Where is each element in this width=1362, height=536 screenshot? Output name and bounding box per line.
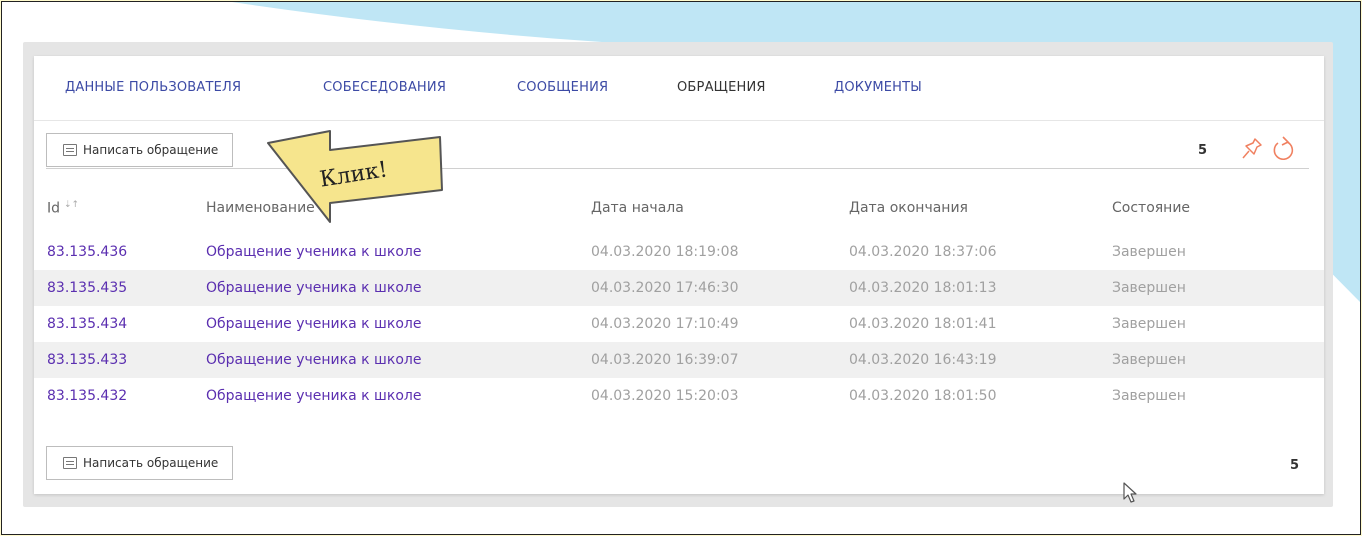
column-header-state[interactable]: Состояние	[1112, 200, 1190, 216]
tab-appeals[interactable]: ОБРАЩЕНИЯ	[677, 80, 766, 95]
row-state: Завершен	[1112, 244, 1186, 260]
column-header-start-date[interactable]: Дата начала	[591, 200, 684, 216]
pin-icon[interactable]	[1240, 136, 1264, 162]
row-end-date: 04.03.2020 16:43:19	[849, 352, 997, 368]
row-name[interactable]: Обращение ученика к школе	[206, 388, 421, 404]
toolbar-divider	[46, 168, 1309, 169]
row-id[interactable]: 83.135.436	[47, 244, 127, 260]
message-icon	[63, 144, 77, 156]
row-state: Завершен	[1112, 352, 1186, 368]
row-name[interactable]: Обращение ученика к школе	[206, 280, 421, 296]
row-state: Завершен	[1112, 388, 1186, 404]
tab-bar: ДАННЫЕ ПОЛЬЗОВАТЕЛЯ СОБЕСЕДОВАНИЯ СООБЩЕ…	[34, 56, 1324, 121]
row-id[interactable]: 83.135.432	[47, 388, 127, 404]
mouse-cursor-icon	[1123, 482, 1137, 503]
write-appeal-button-label: Написать обращение	[83, 456, 219, 470]
write-appeal-button-bottom[interactable]: Написать обращение	[46, 446, 234, 480]
row-name[interactable]: Обращение ученика к школе	[206, 244, 421, 260]
refresh-icon[interactable]	[1269, 134, 1297, 164]
record-count: 5	[1198, 143, 1208, 158]
sort-icon[interactable]: ⇣↑	[64, 200, 79, 210]
row-end-date: 04.03.2020 18:01:41	[849, 316, 997, 332]
row-start-date: 04.03.2020 16:39:07	[591, 352, 739, 368]
row-name[interactable]: Обращение ученика к школе	[206, 316, 421, 332]
table-row[interactable]: 83.135.434 Обращение ученика к школе 04.…	[34, 306, 1324, 342]
appeals-card: ДАННЫЕ ПОЛЬЗОВАТЕЛЯ СОБЕСЕДОВАНИЯ СООБЩЕ…	[34, 56, 1324, 494]
row-start-date: 04.03.2020 15:20:03	[591, 388, 739, 404]
row-name[interactable]: Обращение ученика к школе	[206, 352, 421, 368]
row-start-date: 04.03.2020 18:19:08	[591, 244, 739, 260]
tab-interviews[interactable]: СОБЕСЕДОВАНИЯ	[323, 80, 446, 95]
row-id[interactable]: 83.135.434	[47, 316, 127, 332]
table-header: Id ⇣↑ Наименование Дата начала Дата оконч…	[34, 200, 1324, 224]
row-id[interactable]: 83.135.435	[47, 280, 127, 296]
table-row[interactable]: 83.135.436 Обращение ученика к школе 04.…	[34, 234, 1324, 270]
tab-user-data[interactable]: ДАННЫЕ ПОЛЬЗОВАТЕЛЯ	[65, 80, 241, 95]
record-count-bottom: 5	[1290, 458, 1300, 473]
write-appeal-button[interactable]: Написать обращение	[46, 133, 234, 167]
row-end-date: 04.03.2020 18:01:50	[849, 388, 997, 404]
row-end-date: 04.03.2020 18:01:13	[849, 280, 997, 296]
tab-documents[interactable]: ДОКУМЕНТЫ	[834, 80, 922, 95]
table-row[interactable]: 83.135.435 Обращение ученика к школе 04.…	[34, 270, 1324, 306]
row-id[interactable]: 83.135.433	[47, 352, 127, 368]
write-appeal-button-label: Написать обращение	[83, 143, 219, 157]
table-row[interactable]: 83.135.432 Обращение ученика к школе 04.…	[34, 378, 1324, 414]
column-header-id[interactable]: Id ⇣↑	[47, 200, 79, 217]
table-row[interactable]: 83.135.433 Обращение ученика к школе 04.…	[34, 342, 1324, 378]
tab-messages[interactable]: СООБЩЕНИЯ	[517, 80, 608, 95]
row-start-date: 04.03.2020 17:10:49	[591, 316, 739, 332]
row-end-date: 04.03.2020 18:37:06	[849, 244, 997, 260]
row-state: Завершен	[1112, 316, 1186, 332]
message-icon	[63, 457, 77, 469]
column-header-end-date[interactable]: Дата окончания	[849, 200, 968, 216]
row-state: Завершен	[1112, 280, 1186, 296]
row-start-date: 04.03.2020 17:46:30	[591, 280, 739, 296]
